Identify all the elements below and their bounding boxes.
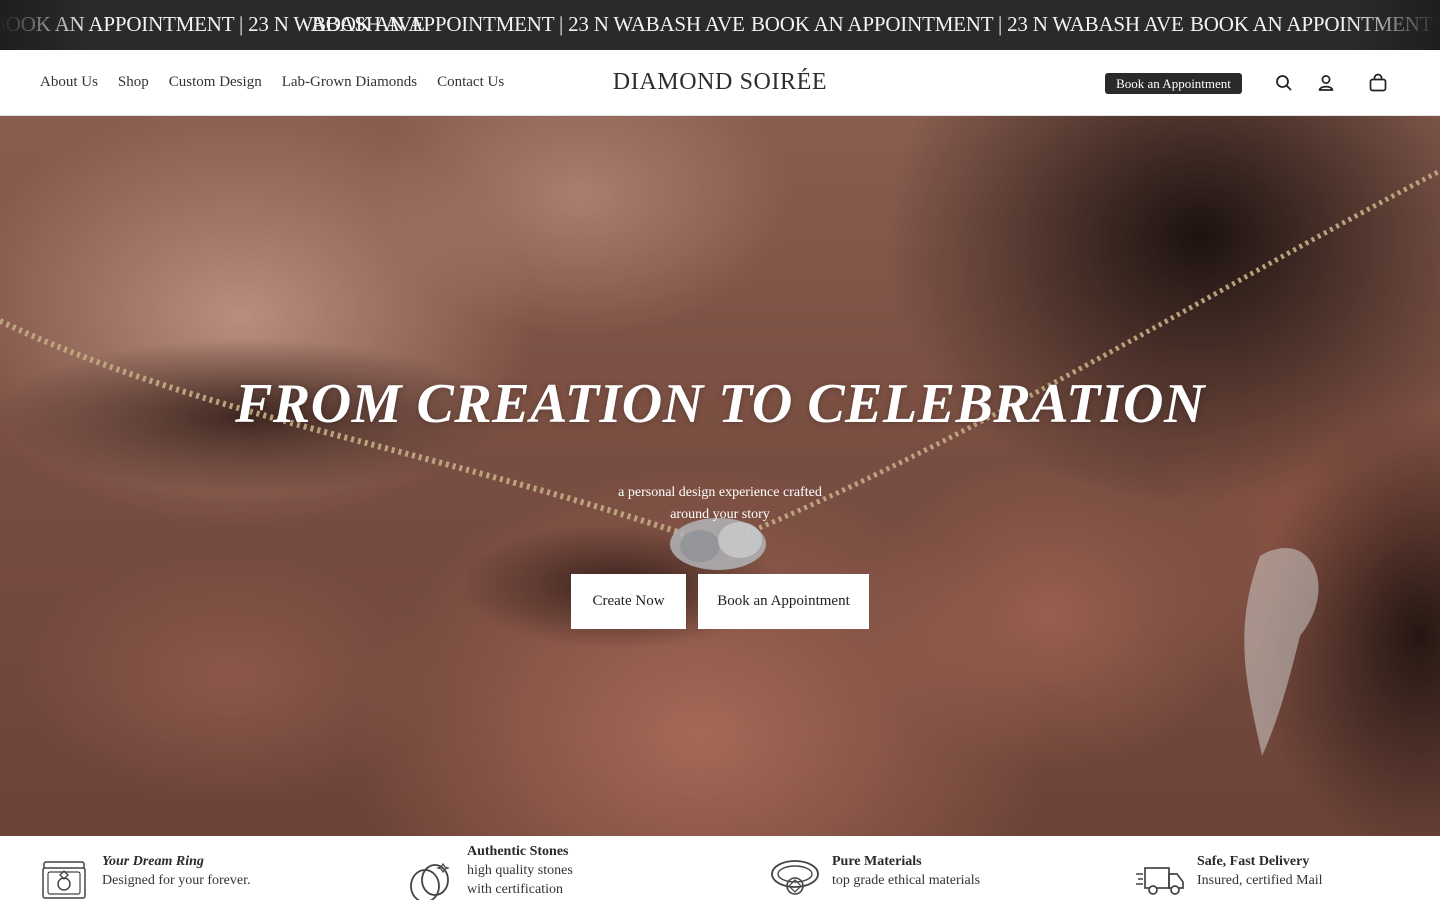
features-strip: Your Dream Ring Designed for your foreve… — [0, 836, 1440, 900]
feature-title: Pure Materials — [832, 854, 922, 869]
ring-box-icon — [40, 856, 90, 900]
feature-description: with certification — [467, 882, 564, 897]
delivery-truck-icon — [1135, 856, 1185, 900]
hero-banner: FROM CREATION TO CELEBRATION a personal … — [0, 116, 1440, 836]
feature-title: Your Dream Ring — [102, 854, 204, 869]
marquee-fade-right — [1350, 0, 1440, 50]
hero-title: FROM CREATION TO CELEBRATION — [235, 373, 1205, 435]
feature-description: top grade ethical materials — [832, 873, 981, 888]
announcement-bar: BOOK AN APPOINTMENT | 23 N WABASH AVE BO… — [0, 0, 1440, 50]
feature-title: Authentic Stones — [467, 844, 569, 859]
hero-subtitle-line: a personal design experience crafted — [618, 485, 822, 500]
hero-subtitle-line: around your story — [670, 507, 770, 522]
account-icon[interactable] — [1316, 73, 1336, 93]
announcement-text[interactable]: BOOK AN APPOINTMENT | 23 N WABASH AVE — [312, 12, 745, 37]
feature-text: Authentic Stones high quality stones wit… — [467, 842, 687, 899]
site-header: About Us Shop Custom Design Lab-Grown Di… — [0, 50, 1440, 116]
feature-description: Designed for your forever. — [102, 873, 251, 888]
hero-overlay — [0, 116, 1440, 836]
search-icon[interactable] — [1274, 73, 1294, 93]
interlocked-rings-icon — [405, 856, 455, 900]
hero-book-appointment-button[interactable]: Book an Appointment — [698, 574, 869, 629]
create-now-button[interactable]: Create Now — [571, 574, 686, 629]
header-book-appointment-button[interactable]: Book an Appointment — [1105, 73, 1242, 94]
feature-description: Insured, certified Mail — [1197, 873, 1323, 888]
announcement-text[interactable]: BOOK AN APPOINTMENT | 23 N WABASH AVE — [751, 12, 1184, 37]
feature-text: Pure Materials top grade ethical materia… — [832, 852, 1052, 890]
cart-icon[interactable] — [1368, 73, 1388, 93]
marquee-fade-left — [0, 0, 90, 50]
feature-text: Safe, Fast Delivery Insured, certified M… — [1197, 852, 1417, 890]
feature-description: high quality stones — [467, 863, 573, 878]
diamond-ring-icon — [770, 856, 820, 900]
feature-title: Safe, Fast Delivery — [1197, 854, 1310, 869]
hero-subtitle: a personal design experience crafted aro… — [570, 482, 870, 526]
feature-text: Your Dream Ring Designed for your foreve… — [102, 852, 322, 890]
